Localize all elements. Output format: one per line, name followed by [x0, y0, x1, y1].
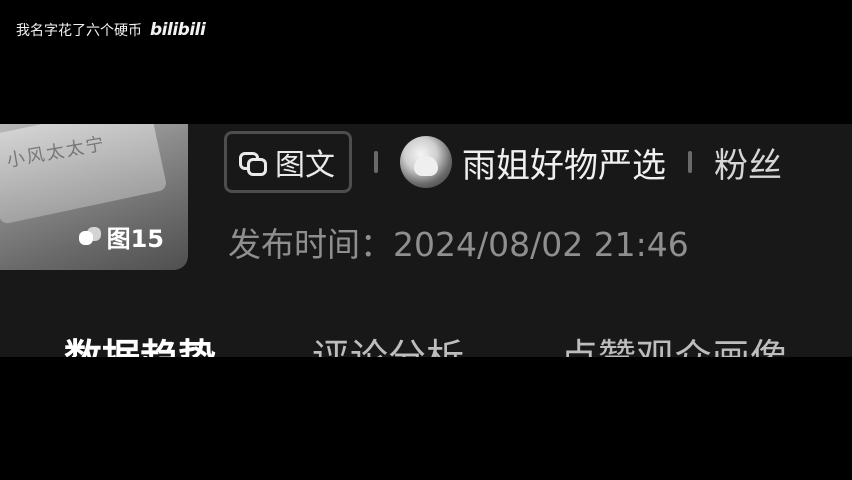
shop-link[interactable]: 雨姐好物严选	[400, 136, 666, 188]
shop-avatar[interactable]	[400, 136, 452, 188]
shop-name[interactable]: 雨姐好物严选	[462, 138, 666, 187]
publish-time: 发布时间：2024/08/02 21:46	[228, 218, 689, 266]
post-thumbnail[interactable]: 小风太太宁 图15	[0, 124, 188, 270]
watermark-text: 我名字花了六个硬币	[16, 23, 142, 39]
post-meta-row: 图文 雨姐好物严选 粉丝	[224, 131, 782, 193]
zoomed-screen-region: 小风太太宁 图15 图文 雨姐好物严选 粉丝 发布时间：2024/08/02 2…	[0, 124, 852, 357]
analysis-tabs: 数据趋势 评论分析 点赞观众画像	[64, 327, 788, 357]
fans-label: 粉丝	[714, 145, 782, 186]
tab-audience-profile[interactable]: 点赞观众画像	[560, 327, 788, 357]
publish-time-label: 发布时间：	[228, 225, 393, 264]
bilibili-logo: bilibili	[150, 20, 206, 40]
tab-comment-analysis[interactable]: 评论分析	[312, 327, 464, 357]
image-count-badge: 图15	[78, 219, 164, 254]
post-type-badge: 图文	[224, 131, 352, 193]
video-frame: 我名字花了六个硬币 bilibili 小风太太宁 图15 图文 雨姐好物严选 粉…	[0, 0, 852, 480]
watermark: 我名字花了六个硬币 bilibili	[16, 20, 206, 40]
post-type-label: 图文	[275, 148, 335, 183]
image-count-label: 图15	[106, 225, 164, 253]
divider	[374, 151, 378, 173]
publish-time-value: 2024/08/02 21:46	[393, 225, 689, 264]
image-text-icon	[237, 149, 267, 176]
tab-data-trend[interactable]: 数据趋势	[64, 327, 216, 357]
divider	[688, 151, 692, 173]
images-icon	[78, 226, 103, 247]
